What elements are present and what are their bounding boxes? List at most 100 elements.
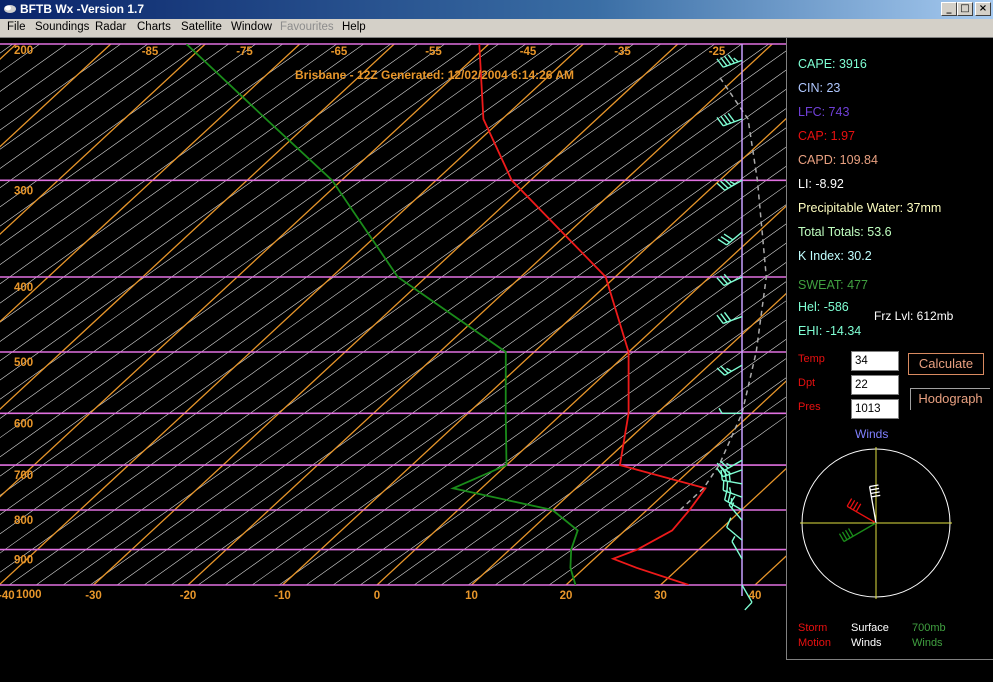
dry-adiabat-line <box>0 44 284 246</box>
dewpoint-input[interactable] <box>851 375 899 395</box>
temp-label: Temp <box>798 353 825 365</box>
dry-adiabat-line <box>332 262 786 585</box>
close-button[interactable]: × <box>975 2 991 16</box>
dry-adiabat-line <box>143 127 786 585</box>
cin-value: CIN: 23 <box>798 81 841 95</box>
capd-value: CAPD: 109.84 <box>798 153 878 167</box>
hodograph-storm-motion-barb <box>852 501 859 511</box>
hodograph-plot <box>800 447 952 599</box>
freezing-level-value: Frz Lvl: 612mb <box>874 309 954 323</box>
wind-barb-flag <box>726 481 729 492</box>
dry-adiabat-line <box>0 44 41 73</box>
hodograph-storm-motion-staff <box>846 505 877 524</box>
menu-help[interactable]: Help <box>342 21 366 33</box>
wind-barb-staff <box>723 276 743 287</box>
dry-adiabat-line <box>116 108 786 585</box>
menu-window[interactable]: Window <box>231 21 272 33</box>
pressure-input[interactable] <box>851 399 899 419</box>
legend-surface-winds: Surface Winds <box>851 621 889 651</box>
total-totals-value: Total Totals: 53.6 <box>798 225 892 239</box>
top-temperature-tick-label: -55 <box>425 46 442 58</box>
hodograph-700mb-winds-barb <box>847 528 854 537</box>
top-temperature-tick-label: -85 <box>142 46 159 58</box>
menu-file[interactable]: File <box>7 21 26 33</box>
pressure-tick-label: 300 <box>14 185 33 197</box>
wind-barb-staff <box>722 479 743 485</box>
isotherm-line <box>754 555 786 585</box>
precipitable-water-value: Precipitable Water: 37mm <box>798 201 942 215</box>
dry-adiabat-line <box>359 281 786 585</box>
dry-adiabat-line <box>0 44 446 362</box>
legend-storm-motion: Storm Motion <box>798 621 831 651</box>
legend-storm-line1: Storm <box>798 622 828 634</box>
dry-adiabat-line <box>0 44 203 189</box>
wind-barb <box>723 489 743 511</box>
temp-input[interactable] <box>851 351 899 371</box>
pressure-tick-label: 700 <box>14 470 33 482</box>
isotherm-line <box>471 292 786 585</box>
isotherm-line <box>565 380 786 585</box>
top-temperature-tick-label: -75 <box>236 46 253 58</box>
temperature-tick-label: -30 <box>85 590 102 602</box>
wind-barb <box>716 311 743 325</box>
dry-adiabat-line <box>0 44 95 112</box>
top-temperature-tick-label: -65 <box>331 46 348 58</box>
temperature-tick-label: 20 <box>560 590 573 602</box>
hodograph-storm-motion <box>846 498 877 524</box>
temperature-line <box>478 44 707 585</box>
temperature-tick-label: -40 <box>0 590 15 602</box>
legend-surface-line2: Winds <box>851 637 882 649</box>
dry-adiabat-line <box>0 44 176 169</box>
temperature-tick-label: 10 <box>465 590 478 602</box>
wind-barb-staff <box>726 231 743 246</box>
top-temperature-tick-label: -35 <box>614 46 631 58</box>
wind-barb-flag <box>725 469 732 475</box>
legend-700mb-line1: 700mb <box>912 622 946 634</box>
pressure-tick-label: 400 <box>14 282 33 294</box>
hodograph-700mb-winds-barb <box>844 529 851 539</box>
hodograph-700mb-winds-barb <box>841 531 848 541</box>
app-icon <box>4 5 16 13</box>
hodograph-700mb-winds <box>838 522 877 543</box>
dry-adiabat-line <box>0 44 419 342</box>
temperature-tick-label: 30 <box>654 590 667 602</box>
pressure-tick-label: 500 <box>14 357 33 369</box>
k-index-value: K Index: 30.2 <box>798 249 872 263</box>
hodograph-button[interactable]: Hodograph <box>910 388 990 410</box>
cap-value: CAP: 1.97 <box>798 129 855 143</box>
menu-soundings[interactable]: Soundings <box>35 21 89 33</box>
legend-700mb-line2: Winds <box>912 637 943 649</box>
hodograph-surface-winds <box>868 484 881 524</box>
skew-t-chart: 2003004005006007008009001000 -40-30-20-1… <box>0 43 786 611</box>
pressure-tick-label: 200 <box>14 45 33 57</box>
hodograph-surface-winds-barb <box>870 487 880 491</box>
menu-radar[interactable]: Radar <box>95 21 126 33</box>
dry-adiabat-line <box>440 339 786 585</box>
pressure-label: Pres <box>798 401 821 413</box>
dry-adiabat-line <box>413 319 786 585</box>
calculate-button[interactable]: Calculate <box>908 353 984 375</box>
maximize-button[interactable]: □ <box>957 2 973 16</box>
minimize-button[interactable]: _ <box>941 2 957 16</box>
cape-value: CAPE: 3916 <box>798 57 867 71</box>
isotherm-line <box>187 44 773 585</box>
dry-adiabat-line <box>8 44 770 585</box>
hodograph-storm-motion-barb <box>855 503 862 512</box>
ehi-value: EHI: -14.34 <box>798 324 862 338</box>
hodograph-storm-motion-barb <box>849 499 856 509</box>
dry-adiabat-line <box>62 69 786 585</box>
wind-barb-staff <box>724 364 743 376</box>
hodograph-surface-winds-barb <box>870 491 880 495</box>
legend-storm-line2: Motion <box>798 637 832 649</box>
hodograph-700mb-winds-barb <box>838 533 845 542</box>
pressure-tick-label: 900 <box>14 555 33 567</box>
dry-adiabat-line <box>35 50 786 585</box>
hodograph-700mb-winds-staff <box>843 522 877 543</box>
wind-barb-flag <box>729 180 736 185</box>
dewpoint-line <box>185 44 579 585</box>
menu-charts[interactable]: Charts <box>137 21 171 33</box>
menu-satellite[interactable]: Satellite <box>181 21 222 33</box>
hodograph-surface-winds-staff <box>868 486 877 524</box>
dry-adiabat-line <box>0 44 635 496</box>
sweat-value: SWEAT: 477 <box>798 278 868 292</box>
